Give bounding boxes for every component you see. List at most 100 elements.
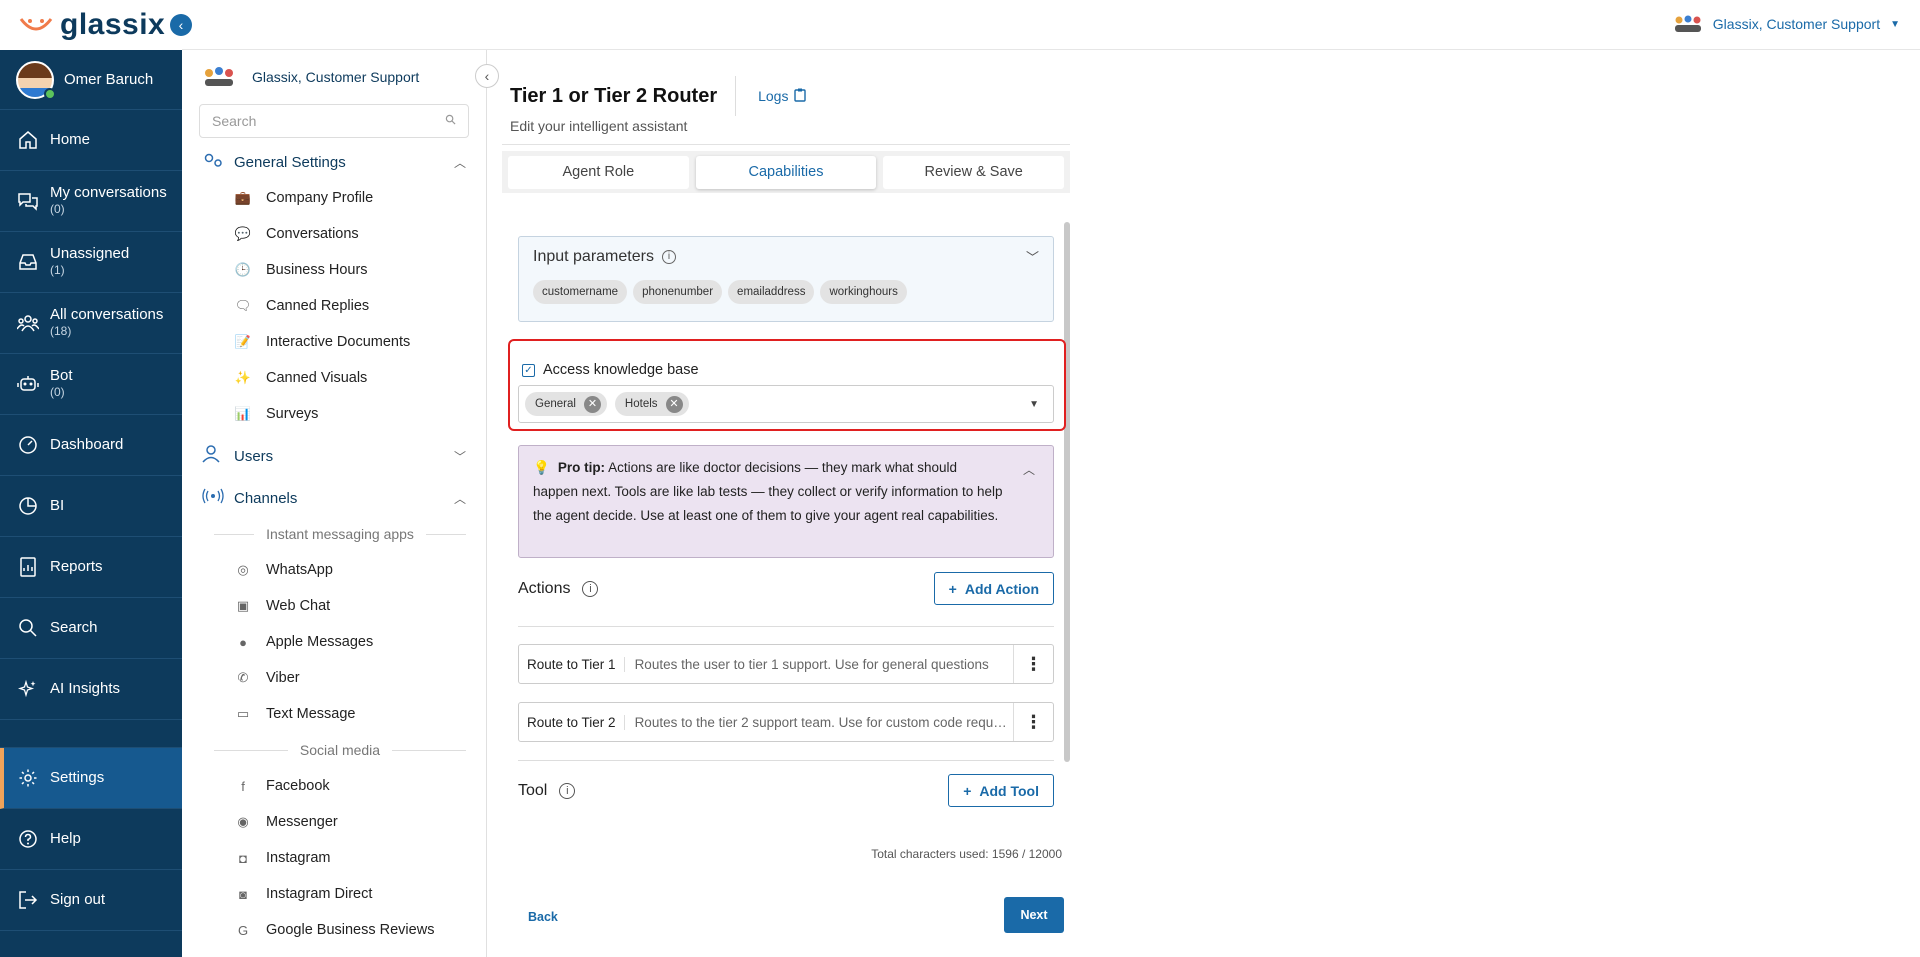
settings-item-text-message[interactable]: ▭ Text Message — [182, 696, 486, 732]
search-input[interactable] — [212, 113, 445, 129]
remove-tag-icon[interactable]: ✕ — [583, 395, 601, 413]
parameter-chip[interactable]: emailaddress — [728, 280, 815, 304]
settings-item-label: Apple Messages — [266, 634, 374, 650]
nav-item-dashboard[interactable]: Dashboard — [0, 415, 182, 476]
section-general-settings[interactable]: General Settings ︿ — [182, 144, 486, 180]
settings-item-company-profile[interactable]: 💼 Company Profile — [182, 180, 486, 216]
add-tool-button[interactable]: + Add Tool — [948, 774, 1054, 807]
nav-label: AI Insights — [50, 680, 121, 697]
info-icon[interactable]: i — [582, 580, 599, 597]
remove-tag-icon[interactable]: ✕ — [665, 395, 683, 413]
kb-tag-label: General — [535, 398, 576, 410]
settings-item-viber[interactable]: ✆ Viber — [182, 660, 486, 696]
section-users[interactable]: Users ﹀ — [182, 438, 486, 474]
chevron-down-icon[interactable]: ﹀ — [1026, 247, 1039, 266]
knowledge-base-select[interactable]: General ✕ Hotels ✕ ▼ — [518, 385, 1054, 423]
settings-item-facebook[interactable]: f Facebook — [182, 768, 486, 804]
more-vertical-icon[interactable]: ⋮ — [1013, 703, 1053, 741]
input-parameter-chips: customername phonenumber emailaddress wo… — [533, 280, 1039, 304]
settings-item-surveys[interactable]: 📊 Surveys — [182, 396, 486, 432]
section-channels[interactable]: Channels ︿ — [182, 480, 486, 516]
checkbox-checked-icon[interactable]: ✓ — [522, 363, 535, 377]
next-button[interactable]: Next — [1004, 897, 1064, 933]
tab-agent-role[interactable]: Agent Role — [508, 155, 689, 189]
settings-item-google-business-reviews[interactable]: G Google Business Reviews — [182, 912, 486, 948]
nav-item-bot[interactable]: Bot (0) — [0, 354, 182, 415]
kb-tag-hotels: Hotels ✕ — [614, 392, 689, 416]
user-profile[interactable]: Omer Baruch — [0, 50, 182, 110]
settings-item-label: Messenger — [266, 814, 338, 830]
online-status-dot — [44, 88, 56, 100]
broadcast-icon — [202, 488, 224, 509]
info-icon[interactable]: i — [559, 782, 576, 799]
settings-item-label: Viber — [266, 670, 300, 686]
google-icon: G — [237, 922, 249, 938]
parameter-chip[interactable]: workinghours — [820, 280, 907, 304]
settings-item-canned-visuals[interactable]: ✨ Canned Visuals — [182, 360, 486, 396]
settings-item-label: Company Profile — [266, 190, 374, 206]
settings-search[interactable] — [199, 104, 469, 138]
add-action-button[interactable]: + Add Action — [933, 572, 1054, 605]
settings-item-whatsapp[interactable]: ◎ WhatsApp — [182, 552, 486, 588]
logs-link[interactable]: Logs — [758, 88, 807, 105]
chevron-down-icon: ﹀ — [453, 449, 466, 464]
collapse-panel-button[interactable]: ‹ — [475, 64, 499, 88]
parameter-chip[interactable]: phonenumber — [633, 280, 723, 304]
chat-bubbles-icon — [16, 189, 40, 213]
nav-item-reports[interactable]: Reports — [0, 537, 182, 598]
actions-header: Actions i + Add Action — [518, 572, 1054, 605]
settings-item-business-hours[interactable]: 🕒 Business Hours — [182, 252, 486, 288]
account-name: Glassix, Customer Support — [1712, 16, 1881, 32]
settings-item-label: Google Business Reviews — [266, 922, 435, 938]
knowledge-base-toggle[interactable]: ✓ Access knowledge base — [522, 362, 699, 378]
settings-item-canned-replies[interactable]: 🗨 Canned Replies — [182, 288, 486, 324]
action-description: Routes the user to tier 1 support. Use f… — [634, 656, 989, 672]
settings-item-web-chat[interactable]: ▣ Web Chat — [182, 588, 486, 624]
settings-item-label: Conversations — [266, 226, 359, 242]
panel-account: Glassix, Customer Support — [182, 50, 486, 104]
glassix-logo-icon — [18, 13, 54, 37]
parameter-chip[interactable]: customername — [533, 280, 628, 304]
settings-item-instagram-direct[interactable]: ◙ Instagram Direct — [182, 876, 486, 912]
nav-spacer — [0, 720, 182, 748]
input-parameters-title: Input parameters — [533, 247, 654, 265]
nav-item-home[interactable]: Home — [0, 110, 182, 171]
robot-icon — [16, 372, 40, 396]
more-vertical-icon[interactable]: ⋮ — [1013, 645, 1053, 683]
gear-icon — [16, 766, 40, 790]
collapse-nav-button[interactable]: ‹ — [170, 14, 192, 36]
dropdown-arrow-icon[interactable]: ▼ — [1029, 399, 1039, 410]
nav-item-help[interactable]: Help — [0, 809, 182, 870]
viber-icon: ✆ — [237, 670, 249, 685]
nav-label: Search — [50, 619, 98, 636]
action-row[interactable]: Route to Tier 2 Routes to the tier 2 sup… — [518, 702, 1054, 742]
settings-item-label: Web Chat — [266, 598, 331, 614]
nav-item-sign-out[interactable]: Sign out — [0, 870, 182, 931]
settings-item-interactive-documents[interactable]: 📝 Interactive Documents — [182, 324, 486, 360]
section-label: Users — [234, 447, 274, 465]
nav-item-bi[interactable]: BI — [0, 476, 182, 537]
settings-item-label: Instagram Direct — [266, 886, 373, 902]
nav-item-search[interactable]: Search — [0, 598, 182, 659]
settings-item-conversations[interactable]: 💬 Conversations — [182, 216, 486, 252]
nav-label: BI — [50, 497, 65, 514]
back-button[interactable]: Back — [528, 910, 558, 924]
tab-capabilities[interactable]: Capabilities — [695, 155, 877, 189]
nav-item-ai-insights[interactable]: AI Insights — [0, 659, 182, 720]
chevron-up-icon[interactable]: ︿ — [1023, 458, 1035, 482]
settings-item-messenger[interactable]: ◉ Messenger — [182, 804, 486, 840]
info-icon[interactable]: i — [661, 249, 676, 264]
nav-item-settings[interactable]: Settings — [0, 748, 182, 809]
action-row[interactable]: Route to Tier 1 Routes the user to tier … — [518, 644, 1054, 684]
tab-review-save[interactable]: Review & Save — [883, 155, 1065, 189]
pro-tip-label: Pro tip: — [557, 460, 606, 475]
scrollbar[interactable] — [1064, 222, 1070, 762]
settings-item-apple-messages[interactable]: ● Apple Messages — [182, 624, 486, 660]
nav-item-unassigned[interactable]: Unassigned (1) — [0, 232, 182, 293]
character-count: Total characters used: 1596 / 12000 — [871, 847, 1062, 861]
account-switcher[interactable]: Glassix, Customer Support ▼ — [1673, 14, 1900, 34]
nav-item-my-conversations[interactable]: My conversations (0) — [0, 171, 182, 232]
facebook-icon: f — [241, 778, 245, 794]
settings-item-instagram[interactable]: ◘ Instagram — [182, 840, 486, 876]
nav-item-all-conversations[interactable]: All conversations (18) — [0, 293, 182, 354]
